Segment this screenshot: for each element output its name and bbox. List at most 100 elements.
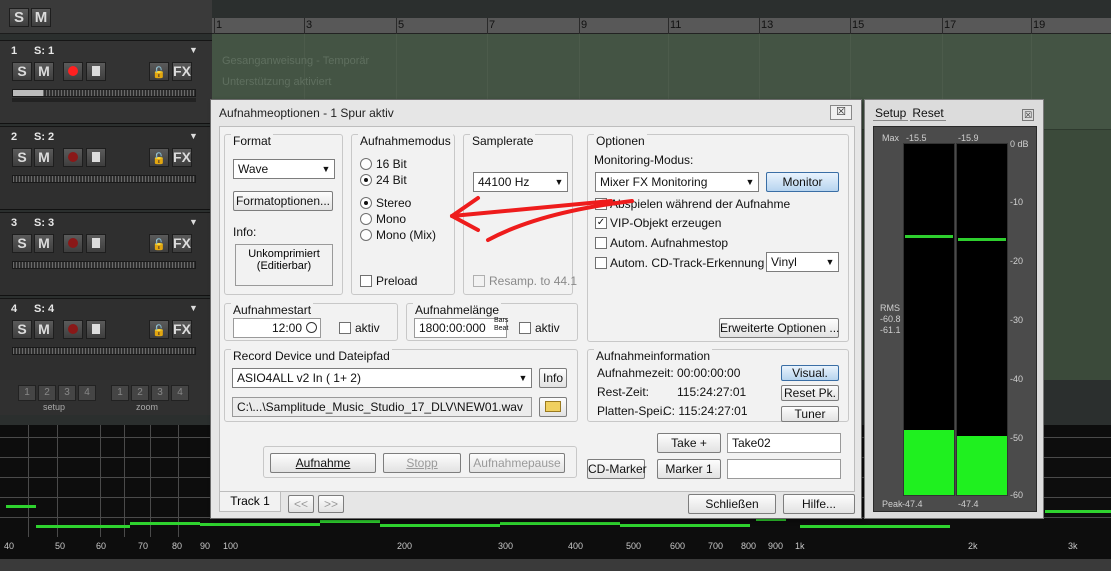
folder-browse-button[interactable]	[539, 397, 567, 417]
zoom-button[interactable]: 2	[131, 385, 149, 401]
track-solo-button[interactable]: S	[12, 234, 32, 253]
preload-checkbox[interactable]	[360, 275, 372, 287]
meter-close-icon[interactable]: ☒	[1022, 109, 1034, 121]
take-name-input[interactable]: Take02	[727, 433, 841, 453]
setup-button[interactable]: 3	[58, 385, 76, 401]
setup-button[interactable]: 4	[78, 385, 96, 401]
track-3-header[interactable]: 3 S: 3 ▼ S M 🔓 FX	[0, 212, 212, 296]
track-volume-fader[interactable]	[12, 98, 196, 102]
lock-icon[interactable]: 🔓	[149, 148, 169, 167]
record-start-aktiv-checkbox[interactable]	[339, 322, 351, 334]
track-name[interactable]: S: 1	[34, 45, 54, 57]
advanced-options-button[interactable]: Erweiterte Optionen ...	[719, 318, 839, 338]
meter-reset-tab[interactable]: Reset	[910, 106, 946, 121]
track-menu-icon[interactable]: ▼	[189, 217, 198, 227]
format-group-title: Format	[231, 134, 274, 148]
radio-mono[interactable]	[360, 213, 372, 225]
device-info-button[interactable]: Info	[539, 368, 567, 388]
radio-24bit[interactable]	[360, 174, 372, 186]
record-arm-icon[interactable]	[63, 148, 83, 167]
track-level-meter	[12, 261, 196, 269]
track-fx-button[interactable]: FX	[172, 320, 192, 339]
monitor-icon[interactable]	[86, 320, 106, 339]
record-device-select[interactable]: ASIO4ALL v2 In ( 1+ 2) ▼	[232, 368, 532, 388]
record-arm-icon[interactable]	[63, 234, 83, 253]
auto-stop-checkbox[interactable]	[595, 237, 607, 249]
zoom-button[interactable]: 1	[111, 385, 129, 401]
radio-stereo[interactable]	[360, 197, 372, 209]
track-menu-icon[interactable]: ▼	[189, 303, 198, 313]
track-fx-button[interactable]: FX	[172, 62, 192, 81]
take-plus-button[interactable]: Take +	[657, 433, 721, 453]
file-path-input[interactable]: C:\...\Samplitude_Music_Studio_17_DLV\NE…	[232, 397, 532, 417]
lock-icon[interactable]: 🔓	[149, 320, 169, 339]
close-dialog-button[interactable]: Schließen	[688, 494, 776, 514]
monitor-icon[interactable]	[86, 234, 106, 253]
record-button[interactable]: Aufnahme	[270, 453, 376, 473]
record-pause-button[interactable]: Aufnahmepause	[469, 453, 565, 473]
clock-icon[interactable]	[306, 322, 317, 333]
track-solo-button[interactable]: S	[12, 148, 32, 167]
track-mute-button[interactable]: M	[34, 62, 54, 81]
horizontal-scrollbar[interactable]	[0, 559, 1111, 571]
track-name[interactable]: S: 2	[34, 131, 54, 143]
help-button[interactable]: Hilfe...	[783, 494, 855, 514]
dialog-close-icon[interactable]: ☒	[830, 105, 852, 120]
track-name[interactable]: S: 3	[34, 217, 54, 229]
track-4-header[interactable]: 4 S: 4 ▼ S M 🔓 FX	[0, 298, 212, 382]
resample-checkbox[interactable]	[473, 275, 485, 287]
freq-label: 40	[4, 541, 15, 551]
next-track-button[interactable]: >>	[318, 495, 344, 513]
play-during-record-checkbox[interactable]: ✓	[595, 198, 607, 210]
auto-cd-track-checkbox[interactable]	[595, 257, 607, 269]
radio-16bit[interactable]	[360, 158, 372, 170]
timeline-ruler[interactable]: 1 3 5 7 9 11 13 15 17 19	[212, 18, 1111, 34]
marker-name-input[interactable]	[727, 459, 841, 479]
marker-button[interactable]: Marker 1	[657, 459, 721, 479]
reset-peak-button[interactable]: Reset Pk.	[781, 385, 839, 401]
visual-button[interactable]: Visual.	[781, 365, 839, 381]
prev-track-button[interactable]: <<	[288, 495, 314, 513]
track-menu-icon[interactable]: ▼	[189, 45, 198, 55]
record-length-aktiv-checkbox[interactable]	[519, 322, 531, 334]
monitor-icon[interactable]	[86, 148, 106, 167]
format-options-button[interactable]: Formatoptionen...	[233, 191, 333, 211]
tuner-button[interactable]: Tuner	[781, 406, 839, 422]
record-arm-icon[interactable]	[63, 62, 83, 81]
track-fx-button[interactable]: FX	[172, 148, 192, 167]
tab-track-1[interactable]: Track 1	[219, 492, 281, 512]
lock-icon[interactable]: 🔓	[149, 62, 169, 81]
setup-button[interactable]: 2	[38, 385, 56, 401]
spectrum-segment	[620, 524, 750, 527]
track-number: 4	[11, 303, 18, 315]
vinyl-select[interactable]: Vinyl ▼	[766, 252, 839, 272]
grid-line	[57, 425, 58, 537]
track-solo-button[interactable]: S	[12, 320, 32, 339]
lock-icon[interactable]: 🔓	[149, 234, 169, 253]
zoom-button[interactable]: 3	[151, 385, 169, 401]
samplerate-select[interactable]: 44100 Hz ▼	[473, 172, 568, 192]
stop-button[interactable]: Stopp	[383, 453, 461, 473]
track-mute-button[interactable]: M	[34, 148, 54, 167]
monitoring-mode-select[interactable]: Mixer FX Monitoring ▼	[595, 172, 759, 192]
zoom-button[interactable]: 4	[171, 385, 189, 401]
monitor-icon[interactable]	[86, 62, 106, 81]
track-mute-button[interactable]: M	[34, 320, 54, 339]
radio-mono-mix[interactable]	[360, 229, 372, 241]
vip-object-checkbox[interactable]: ✓	[595, 217, 607, 229]
record-arm-icon[interactable]	[63, 320, 83, 339]
setup-button[interactable]: 1	[18, 385, 36, 401]
track-menu-icon[interactable]: ▼	[189, 131, 198, 141]
track-solo-button[interactable]: S	[12, 62, 32, 81]
track-mute-button[interactable]: M	[34, 234, 54, 253]
cd-marker-button[interactable]: CD-Marker	[587, 459, 647, 479]
track-name[interactable]: S: 4	[34, 303, 54, 315]
global-solo-button[interactable]: S	[9, 8, 29, 27]
track-2-header[interactable]: 2 S: 2 ▼ S M 🔓 FX	[0, 126, 212, 210]
monitor-button[interactable]: Monitor	[766, 172, 839, 192]
meter-setup-tab[interactable]: Setup	[873, 106, 909, 121]
global-mute-button[interactable]: M	[31, 8, 51, 27]
track-1-header[interactable]: 1 S: 1 ▼ S M 🔓 FX	[0, 40, 212, 124]
format-select[interactable]: Wave ▼	[233, 159, 335, 179]
track-fx-button[interactable]: FX	[172, 234, 192, 253]
